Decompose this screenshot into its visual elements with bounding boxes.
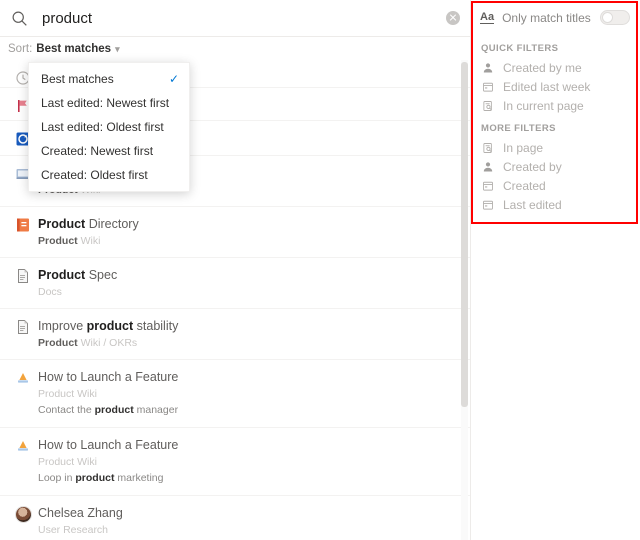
only-match-titles-row[interactable]: Aa Only match titles	[471, 0, 640, 35]
only-match-titles-toggle[interactable]	[600, 10, 630, 25]
filter-label: Created by me	[503, 60, 582, 75]
result-title: Improve product stability	[38, 319, 179, 333]
filter-label: Last edited	[503, 197, 562, 212]
result-subtitle: Product Wiki / OKRs	[38, 336, 462, 350]
result-subtitle-rest: Wiki / OKRs	[77, 337, 138, 349]
result-snippet: Contact the product manager	[38, 404, 179, 416]
person-icon	[481, 161, 495, 173]
sort-option-label: Created: Newest first	[41, 144, 154, 158]
toggle-knob	[602, 12, 613, 23]
launch-icon	[8, 437, 38, 486]
result-subtitle: User Research	[38, 523, 462, 537]
filter-created-by[interactable]: Created by	[471, 157, 640, 176]
result-title: How to Launch a Feature	[38, 369, 462, 385]
result-subtitle-rest: User Research	[38, 524, 109, 536]
filters-panel: Aa Only match titles QUICK FILTERS Creat…	[470, 0, 640, 540]
search-input[interactable]	[38, 9, 436, 27]
search-bar	[0, 0, 470, 37]
result-subtitle-rest: Wiki	[77, 235, 101, 247]
result-snippet: Loop in product marketing	[38, 472, 164, 484]
notebook-icon	[8, 216, 38, 248]
search-app-window: Sort: Best matches ▾	[0, 0, 640, 540]
result-subtitle-rest: Product Wiki	[38, 388, 97, 400]
filter-created[interactable]: Created	[471, 176, 640, 195]
quick-filters-heading: QUICK FILTERS	[481, 43, 559, 54]
result-title: Product Spec	[38, 267, 462, 283]
calendar-icon	[481, 180, 495, 192]
chevron-down-icon: ▾	[115, 43, 120, 54]
filter-in-current-page[interactable]: In current page	[471, 96, 640, 115]
filter-label: In page	[503, 140, 544, 155]
sort-option-last-edited-oldest[interactable]: Last edited: Oldest first	[29, 115, 189, 139]
avatar	[8, 505, 38, 540]
sort-option-label: Last edited: Oldest first	[41, 120, 164, 134]
sort-label: Sort:	[8, 43, 33, 55]
result-subtitle: Product Wiki	[38, 387, 462, 401]
filter-created-by-me[interactable]: Created by me	[471, 58, 640, 77]
results-scrollbar-thumb[interactable]	[461, 62, 468, 407]
page-search-icon	[481, 142, 495, 154]
filter-label: In current page	[503, 98, 584, 113]
sort-option-label: Last edited: Newest first	[41, 96, 170, 110]
result-title-rest: Chelsea Zhang	[38, 506, 123, 520]
result-row[interactable]: How to Launch a Feature Product Wiki Loo…	[0, 428, 470, 496]
filter-label: Created	[503, 178, 546, 193]
only-match-titles-label: Only match titles	[502, 10, 591, 25]
result-row[interactable]: How to Launch a Feature Product Wiki Con…	[0, 360, 470, 428]
more-filters-heading: MORE FILTERS	[481, 123, 556, 134]
result-title-rest: How to Launch a Feature	[38, 370, 179, 384]
result-subtitle-rest: Docs	[38, 286, 62, 298]
sort-option-last-edited-newest[interactable]: Last edited: Newest first	[29, 91, 189, 115]
result-title-rest: Directory	[85, 217, 139, 231]
result-title-match: Product	[38, 217, 86, 231]
calendar-icon	[481, 199, 495, 211]
sort-option-created-oldest[interactable]: Created: Oldest first	[29, 163, 189, 187]
result-title-rest: How to Launch a Feature	[38, 438, 179, 452]
launch-icon	[8, 369, 38, 418]
result-title: Chelsea Zhang	[38, 505, 462, 521]
doc-icon	[8, 318, 38, 350]
sort-option-best-matches[interactable]: Best matches ✓	[29, 67, 189, 91]
aa-icon: Aa	[480, 11, 495, 24]
sort-option-label: Best matches	[41, 72, 114, 86]
filter-label: Created by	[503, 159, 562, 174]
sort-option-label: Created: Oldest first	[41, 168, 148, 182]
close-icon	[446, 11, 460, 25]
sort-row: Sort: Best matches ▾	[0, 38, 470, 60]
doc-icon	[8, 267, 38, 299]
result-subtitle: Docs	[38, 285, 462, 299]
filter-in-page[interactable]: In page	[471, 138, 640, 157]
filter-edited-last-week[interactable]: Edited last week	[471, 77, 640, 96]
result-row[interactable]: Product Spec Docs	[0, 258, 470, 309]
filter-label: Edited last week	[503, 79, 591, 94]
result-subtitle-match: Product	[38, 337, 78, 349]
sort-dropdown-trigger[interactable]: Best matches ▾	[36, 43, 119, 55]
person-icon	[481, 62, 495, 74]
search-icon	[0, 10, 38, 27]
filter-last-edited[interactable]: Last edited	[471, 195, 640, 214]
sort-dropdown-menu[interactable]: Best matches ✓ Last edited: Newest first…	[28, 62, 190, 192]
result-subtitle: Product Wiki	[38, 234, 462, 248]
result-subtitle-rest: Product Wiki	[38, 456, 97, 468]
result-title-rest: Spec	[85, 268, 118, 282]
result-row[interactable]: Chelsea Zhang User Research Add avatar c…	[0, 496, 470, 540]
check-icon: ✓	[168, 72, 179, 86]
result-title: How to Launch a Feature	[38, 437, 462, 453]
result-row[interactable]: Improve product stability Product Wiki /…	[0, 309, 470, 360]
result-row[interactable]: Product Directory Product Wiki	[0, 207, 470, 258]
sort-option-created-newest[interactable]: Created: Newest first	[29, 139, 189, 163]
clear-search-button[interactable]	[436, 11, 470, 25]
sort-current-value: Best matches	[36, 43, 112, 55]
result-title: Product Directory	[38, 216, 462, 232]
result-subtitle: Product Wiki	[38, 455, 462, 469]
result-title-match: Product	[38, 268, 86, 282]
calendar-icon	[481, 81, 495, 93]
page-search-icon	[481, 100, 495, 112]
result-subtitle-match: Product	[38, 235, 78, 247]
